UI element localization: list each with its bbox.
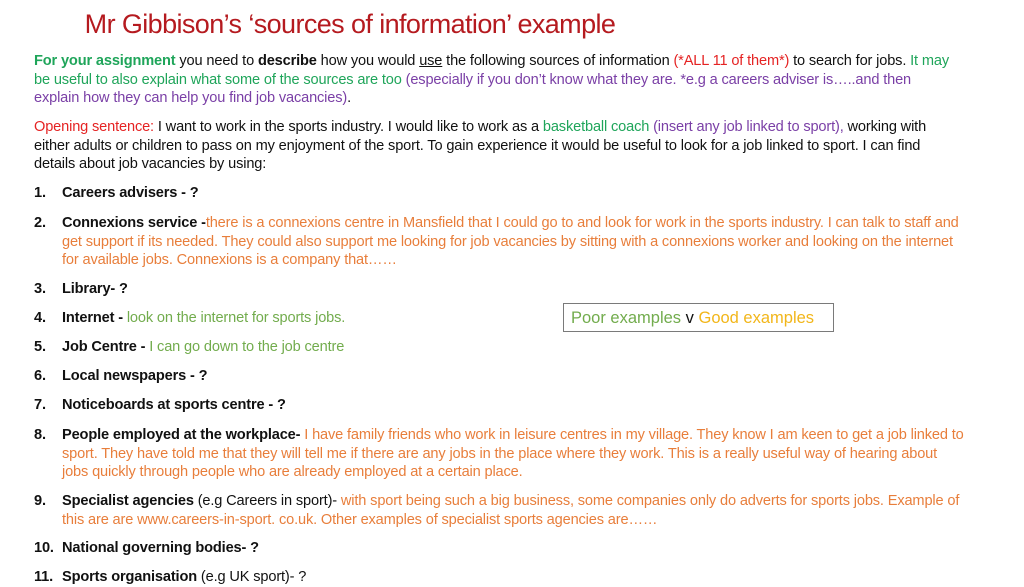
item-label: Specialist agencies: [62, 493, 194, 509]
instr-text-1: you need to: [175, 53, 258, 69]
item-label: Careers advisers - ?: [62, 185, 199, 201]
use-keyword: use: [419, 53, 443, 69]
item-number: 8.: [34, 427, 46, 443]
opening-text-1: I want to work in the sports industry. I…: [153, 119, 543, 135]
item-number: 3.: [34, 281, 46, 297]
item-number: 1.: [34, 185, 46, 201]
item-number: 4.: [34, 310, 46, 326]
item-number: 7.: [34, 397, 46, 413]
list-item: 7. Noticeboards at sports centre - ?: [34, 396, 964, 415]
item-label: Library- ?: [62, 281, 128, 297]
opening-label: Opening sentence:: [34, 119, 154, 135]
instr-text-3: the following sources of information: [442, 53, 674, 69]
all-11-note: (*ALL 11 of them*): [673, 53, 790, 69]
item-label: Connexions service -: [62, 215, 206, 231]
list-item: 10. National governing bodies- ?: [34, 539, 964, 558]
item-label: Internet -: [62, 310, 127, 326]
item-number: 11.: [34, 569, 54, 585]
list-item: 5. Job Centre - I can go down to the job …: [34, 338, 964, 357]
item-extra: (e.g UK sport)- ?: [197, 569, 307, 585]
assignment-lead: For your assignment: [34, 53, 176, 69]
item-extra: (e.g Careers in sport)-: [193, 493, 341, 509]
list-item: 4. Internet - look on the internet for sp…: [34, 309, 964, 328]
list-item: 11. Sports organisation (e.g UK sport)- ?: [34, 568, 964, 587]
item-label: Local newspapers - ?: [62, 368, 208, 384]
instr-text-2: how you would: [316, 53, 420, 69]
list-item: 2. Connexions service -there is a connexi…: [34, 214, 964, 270]
item-label: Job Centre -: [62, 339, 150, 355]
list-item: 9. Specialist agencies (e.g Careers in sp…: [34, 492, 964, 529]
item-label: National governing bodies- ?: [62, 540, 259, 556]
item-note: I can go down to the job centre: [149, 339, 345, 355]
item-note: look on the internet for sports jobs.: [126, 310, 346, 326]
item-number: 5.: [34, 339, 46, 355]
item-label: Sports organisation: [62, 569, 197, 585]
item-number: 9.: [34, 493, 46, 509]
assignment-instructions: For your assignment you need to describe…: [34, 52, 954, 108]
page-title: Mr Gibbison’s ‘sources of information’ e…: [84, 9, 616, 39]
item-number: 2.: [34, 215, 46, 231]
item-number: 6.: [34, 368, 46, 384]
instr-text-4: to search for jobs.: [789, 53, 911, 69]
list-item: 3. Library- ?: [34, 280, 964, 299]
item-label: Noticeboards at sports centre - ?: [62, 397, 286, 413]
list-item: 8. People employed at the workplace- I ha…: [34, 426, 964, 482]
item-label: People employed at the workplace-: [62, 427, 301, 443]
instr-end: .: [347, 90, 352, 107]
list-item: 1. Careers advisers - ?: [34, 184, 964, 203]
opening-sentence: Opening sentence: I want to work in the …: [34, 118, 954, 174]
job-example: basketball coach: [542, 119, 650, 135]
job-hint: (insert any job linked to sport),: [649, 119, 844, 135]
list-item: 6. Local newspapers - ?: [34, 367, 964, 386]
describe-keyword: describe: [257, 53, 317, 69]
item-number: 10.: [34, 540, 54, 556]
